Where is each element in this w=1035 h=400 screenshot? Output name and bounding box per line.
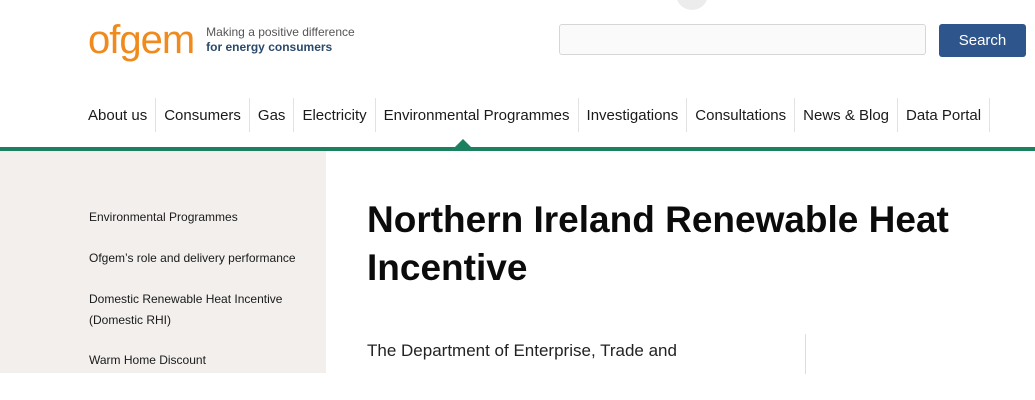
ofgem-logo[interactable]: ofgem Making a positive difference for e… (88, 20, 355, 60)
section-sidebar: Environmental Programmes Ofgem’s role an… (0, 151, 326, 373)
sidebar-item-domestic-rhi[interactable]: Domestic Renewable Heat Incentive (Domes… (89, 289, 319, 331)
tagline-line-1: Making a positive difference (206, 25, 355, 39)
active-nav-pointer (455, 139, 471, 147)
nav-item-gas[interactable]: Gas (250, 98, 295, 132)
search-button[interactable]: Search (939, 24, 1026, 57)
logo-wordmark: ofgem (88, 18, 195, 62)
search-input[interactable] (559, 24, 926, 55)
nav-item-news-blog[interactable]: News & Blog (795, 98, 899, 132)
intro-paragraph: The Department of Enterprise, Trade and (367, 341, 677, 360)
sidebar-item-environmental-programmes[interactable]: Environmental Programmes (89, 207, 319, 228)
nav-item-consumers[interactable]: Consumers (156, 98, 250, 132)
decorative-circle (676, 0, 708, 10)
main-navigation: About us Consumers Gas Electricity Envir… (80, 98, 991, 132)
sidebar-item-ofgem-role[interactable]: Ofgem’s role and delivery performance (89, 248, 319, 269)
page-title: Northern Ireland Renewable Heat Incentiv… (367, 199, 949, 288)
nav-item-about-us[interactable]: About us (80, 98, 157, 132)
nav-item-consultations[interactable]: Consultations (687, 98, 796, 132)
nav-item-environmental-programmes[interactable]: Environmental Programmes (376, 98, 579, 132)
tagline-line-2: for energy consumers (206, 40, 333, 54)
nav-item-data-portal[interactable]: Data Portal (898, 98, 991, 132)
nav-item-electricity[interactable]: Electricity (294, 98, 376, 132)
content-divider (805, 334, 806, 374)
sidebar-item-warm-home-discount[interactable]: Warm Home Discount (89, 350, 319, 371)
nav-item-investigations[interactable]: Investigations (579, 98, 688, 132)
logo-tagline: Making a positive difference for energy … (206, 25, 355, 55)
